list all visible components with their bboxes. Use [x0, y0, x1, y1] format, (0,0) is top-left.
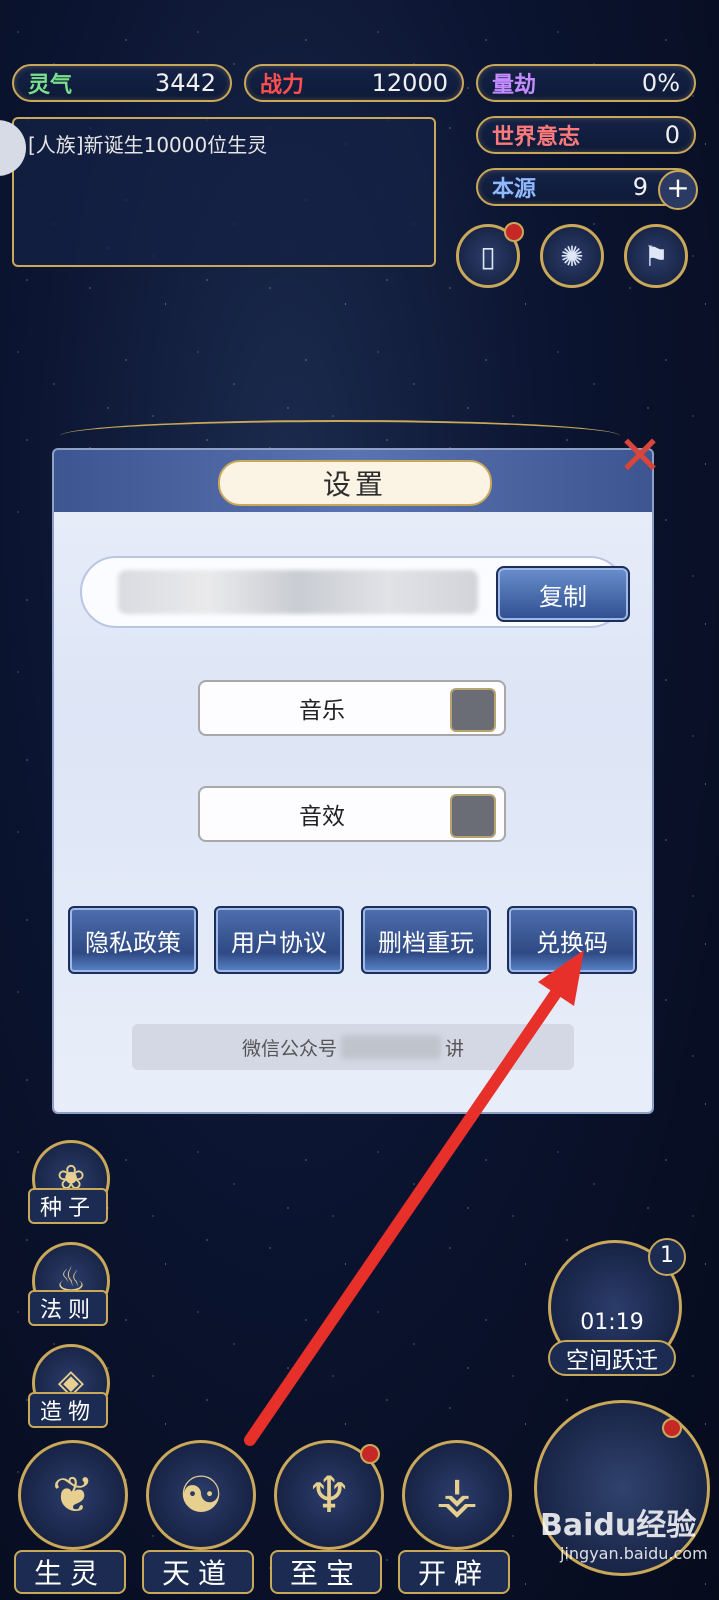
seed-button[interactable]: ❀ 种子 — [28, 1140, 110, 1224]
stat-benyuan-label: 本源 — [492, 176, 537, 202]
player-id-redacted — [118, 570, 478, 614]
stat-liangjie-value: 0% — [641, 69, 680, 97]
dialog-header: 设置 — [54, 450, 652, 512]
law-label: 法则 — [28, 1290, 108, 1326]
baidu-watermark: Baidu经验 jingyan.baidu.com — [540, 1500, 708, 1563]
music-toggle-row[interactable]: 音乐 — [198, 680, 506, 736]
kaipi-icon: ⚶ — [402, 1440, 512, 1550]
space-jump-badge: 1 — [648, 1238, 686, 1276]
stat-lingqi-value: 3442 — [154, 69, 216, 97]
card-notification-dot — [504, 222, 524, 242]
space-jump-label: 空间跃迁 — [548, 1340, 676, 1376]
reset-save-button[interactable]: 删档重玩 — [361, 906, 491, 974]
zhibao-notification-dot — [360, 1444, 380, 1464]
stat-shijie-label: 世界意志 — [492, 124, 581, 150]
creation-label: 造物 — [28, 1392, 108, 1428]
nav-shengling[interactable]: ❦ 生灵 — [14, 1440, 128, 1594]
stat-zhanli: 战力 12000 — [244, 64, 464, 102]
stat-shijie-value: 0 — [664, 121, 680, 149]
dialog-top-decoration — [60, 420, 620, 452]
player-id-bar: 复制 — [80, 556, 630, 628]
card-icon: ▯ — [480, 239, 496, 273]
stat-shijie: 世界意志 0 — [476, 116, 696, 154]
tiandao-icon: ☯ — [146, 1440, 256, 1550]
stat-benyuan-value: 9 — [632, 173, 648, 201]
wechat-suffix: 讲 — [445, 1037, 465, 1060]
law-button[interactable]: ♨ 法则 — [28, 1242, 110, 1326]
nav-tiandao[interactable]: ☯ 天道 — [142, 1440, 256, 1594]
stat-lingqi: 灵气 3442 — [12, 64, 232, 102]
close-icon[interactable]: ✕ — [612, 428, 668, 484]
dialog-title: 设置 — [218, 460, 492, 506]
add-benyuan-button[interactable]: + — [658, 170, 698, 210]
settings-dialog: 设置 复制 音乐 音效 隐私政策 用户协议 删档重玩 兑换码 微信公众号 讲 — [54, 450, 652, 1112]
stat-lingqi-label: 灵气 — [28, 72, 73, 98]
watermark-logo: Baidu经验 — [540, 1508, 697, 1543]
watermark-url: jingyan.baidu.com — [560, 1544, 708, 1563]
wechat-prefix: 微信公众号 — [241, 1037, 337, 1060]
sound-checkbox[interactable] — [450, 794, 496, 838]
message-log: [人族]新诞生10000位生灵 — [12, 117, 436, 267]
nav-kaipi[interactable]: ⚶ 开辟 — [398, 1440, 512, 1594]
message-text: [人族]新诞生10000位生灵 — [28, 133, 268, 157]
wechat-name-redacted — [341, 1035, 441, 1059]
music-checkbox[interactable] — [450, 688, 496, 732]
redeem-code-button[interactable]: 兑换码 — [507, 906, 637, 974]
vortex-icon: ✺ — [560, 239, 584, 273]
nav-zhibao-label: 至宝 — [270, 1550, 382, 1594]
stat-zhanli-label: 战力 — [260, 72, 305, 98]
music-label: 音乐 — [299, 698, 345, 724]
seed-label: 种子 — [28, 1188, 108, 1224]
creation-button[interactable]: ◈ 造物 — [28, 1344, 110, 1428]
vortex-button[interactable]: ✺ — [540, 224, 604, 288]
user-agreement-button[interactable]: 用户协议 — [214, 906, 344, 974]
stat-benyuan: 本源 9 + — [476, 168, 698, 210]
flag-icon: ⚑ — [643, 239, 669, 273]
stat-liangjie: 量劫 0% — [476, 64, 696, 102]
hero-notification-dot — [662, 1418, 682, 1438]
privacy-policy-button[interactable]: 隐私政策 — [68, 906, 198, 974]
flag-button[interactable]: ⚑ — [624, 224, 688, 288]
copy-button[interactable]: 复制 — [496, 566, 630, 622]
shengling-icon: ❦ — [18, 1440, 128, 1550]
space-jump-timer: 01:19 — [580, 1310, 644, 1335]
stat-zhanli-value: 12000 — [371, 69, 448, 97]
nav-shengling-label: 生灵 — [14, 1550, 126, 1594]
stat-liangjie-label: 量劫 — [492, 72, 537, 98]
sound-toggle-row[interactable]: 音效 — [198, 786, 506, 842]
wechat-account-info: 微信公众号 讲 — [132, 1024, 574, 1070]
nav-tiandao-label: 天道 — [142, 1550, 254, 1594]
nav-kaipi-label: 开辟 — [398, 1550, 510, 1594]
sound-label: 音效 — [299, 804, 345, 830]
